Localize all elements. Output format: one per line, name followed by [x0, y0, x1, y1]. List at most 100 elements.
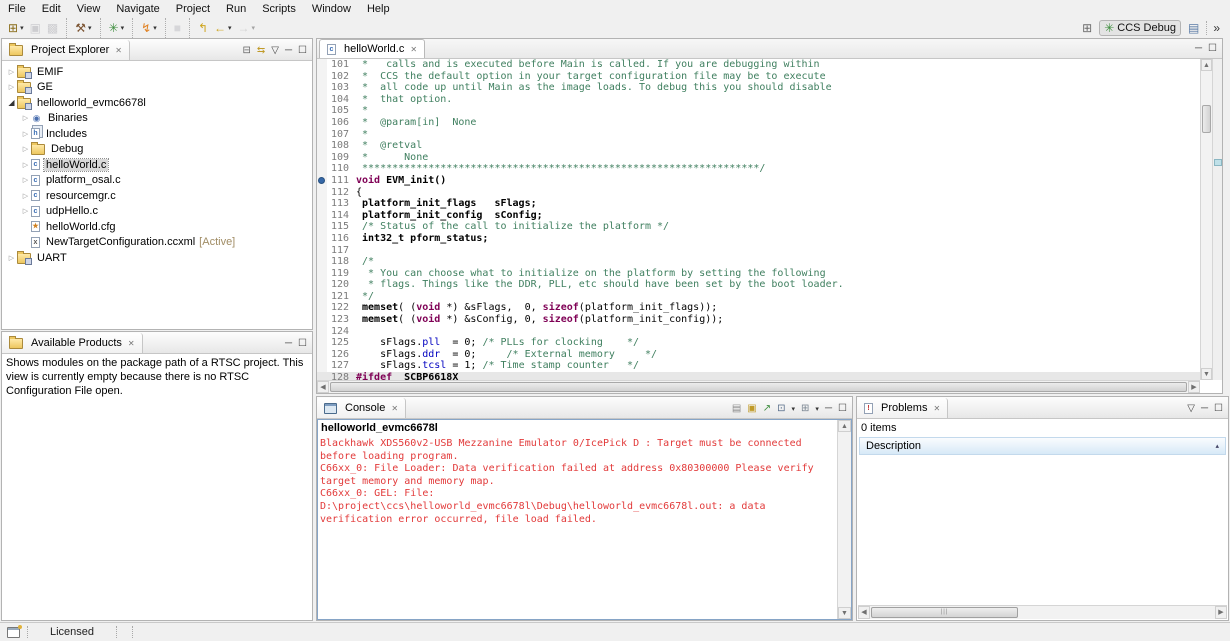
- annotation-ruler[interactable]: [317, 372, 327, 380]
- tree-item-newtargetconfiguration-ccxml[interactable]: x NewTargetConfiguration.ccxml [Active]: [2, 235, 312, 251]
- new-dropdown-icon[interactable]: ▾: [20, 24, 24, 32]
- tree-item-includes[interactable]: ▷ h Includes: [2, 126, 312, 142]
- tree-item-helloworld-c[interactable]: ▷ c helloWorld.c: [2, 157, 312, 173]
- last-edit-location-button[interactable]: ↰: [195, 21, 211, 35]
- maximize-icon[interactable]: ☐: [298, 339, 307, 349]
- annotation-ruler[interactable]: [317, 82, 327, 94]
- flash-button[interactable]: ↯ ▾: [138, 21, 160, 35]
- editor-vscroll-thumb[interactable]: [1202, 105, 1211, 133]
- tree-item-resourcemgr-c[interactable]: ▷ c resourcemgr.c: [2, 188, 312, 204]
- breakpoint-icon[interactable]: [318, 176, 325, 184]
- annotation-ruler[interactable]: [317, 348, 327, 361]
- annotation-ruler[interactable]: [317, 256, 327, 268]
- annotation-ruler[interactable]: [317, 325, 327, 338]
- annotation-ruler[interactable]: [317, 221, 327, 233]
- close-icon[interactable]: ✕: [128, 339, 135, 348]
- scroll-right-icon[interactable]: ▶: [1215, 606, 1227, 619]
- annotation-ruler[interactable]: [317, 232, 327, 245]
- tab-problems[interactable]: ! Problems ✕: [857, 398, 949, 418]
- pin-console-icon[interactable]: ↗: [763, 404, 771, 414]
- tree-item-udphello-c[interactable]: ▷ c udpHello.c: [2, 204, 312, 220]
- clear-console-icon[interactable]: ▤: [732, 404, 741, 414]
- maximize-icon[interactable]: ☐: [298, 46, 307, 56]
- scroll-up-icon[interactable]: ▲: [838, 420, 851, 432]
- minimize-icon[interactable]: ─: [285, 46, 292, 56]
- menu-edit[interactable]: Edit: [34, 2, 69, 16]
- tab-project-explorer[interactable]: Project Explorer ✕: [2, 40, 130, 60]
- tree-item-platform-osal-c[interactable]: ▷ c platform_osal.c: [2, 173, 312, 189]
- expander-icon[interactable]: ▷: [6, 83, 17, 91]
- menu-view[interactable]: View: [69, 2, 109, 16]
- menu-scripts[interactable]: Scripts: [254, 2, 304, 16]
- editor-vertical-scrollbar[interactable]: ▲ ▼: [1200, 59, 1213, 380]
- annotation-ruler[interactable]: [317, 93, 327, 106]
- tree-item-binaries[interactable]: ▷ ◉ Binaries: [2, 111, 312, 127]
- display-selected-console-icon[interactable]: ⊡: [777, 404, 785, 414]
- problems-horizontal-scrollbar[interactable]: ◀ ||| ▶: [858, 605, 1227, 619]
- annotation-ruler[interactable]: [317, 302, 327, 315]
- minimize-icon[interactable]: ─: [825, 404, 832, 414]
- new-button[interactable]: ⊞ ▾: [5, 21, 27, 35]
- fast-view-icon[interactable]: [7, 624, 22, 638]
- code-editor[interactable]: 101 * calls and is executed before Main …: [317, 59, 1200, 380]
- scroll-lock-icon[interactable]: ▣: [747, 404, 756, 414]
- tree-item-helloworld-evmc6678l[interactable]: ◢ helloworld_evmc6678l: [2, 95, 312, 111]
- menu-project[interactable]: Project: [168, 2, 218, 16]
- link-with-editor-icon[interactable]: ⇆: [257, 46, 265, 56]
- expander-icon[interactable]: ▷: [20, 161, 31, 169]
- annotation-ruler[interactable]: [317, 209, 327, 222]
- forward-dropdown-icon[interactable]: ▾: [252, 24, 256, 32]
- annotation-ruler[interactable]: [317, 116, 327, 129]
- tree-item-uart[interactable]: ▷ UART: [2, 250, 312, 266]
- tree-item-ge[interactable]: ▷ GE: [2, 80, 312, 96]
- tab-console[interactable]: Console ✕: [317, 398, 407, 418]
- breakpoint-ruler[interactable]: [317, 174, 327, 187]
- flash-dropdown-icon[interactable]: ▾: [153, 24, 157, 32]
- ccs-edit-perspective-button[interactable]: ▤: [1184, 21, 1203, 35]
- display-selected-console-dropdown-icon[interactable]: ▾: [792, 405, 796, 413]
- build-dropdown-icon[interactable]: ▾: [88, 24, 92, 32]
- problems-hscroll-thumb[interactable]: |||: [871, 607, 1018, 618]
- tab-helloworld-c[interactable]: c helloWorld.c ✕: [319, 39, 426, 58]
- collapse-all-icon[interactable]: ⊟: [242, 46, 250, 56]
- menu-run[interactable]: Run: [218, 2, 254, 16]
- expander-icon[interactable]: ▷: [6, 254, 17, 262]
- annotation-ruler[interactable]: [317, 151, 327, 164]
- editor-hscroll-thumb[interactable]: [330, 382, 1187, 392]
- build-button[interactable]: ⚒ ▾: [72, 21, 94, 35]
- ccs-debug-perspective-button[interactable]: ✳ CCS Debug: [1099, 19, 1181, 36]
- annotation-ruler[interactable]: [317, 360, 327, 373]
- editor-horizontal-scrollbar[interactable]: ◀ ▶: [317, 380, 1200, 393]
- menu-navigate[interactable]: Navigate: [108, 2, 167, 16]
- maximize-icon[interactable]: ☐: [1214, 404, 1223, 414]
- open-perspective-button[interactable]: ⊞: [1078, 21, 1096, 35]
- annotation-ruler[interactable]: [317, 290, 327, 303]
- annotation-ruler[interactable]: [317, 279, 327, 291]
- expander-icon[interactable]: ▷: [6, 68, 17, 76]
- tree-item-debug[interactable]: ▷ Debug: [2, 142, 312, 158]
- maximize-icon[interactable]: ☐: [838, 404, 847, 414]
- debug-dropdown-icon[interactable]: ▾: [121, 24, 125, 32]
- maximize-icon[interactable]: ☐: [1208, 44, 1217, 54]
- expander-icon[interactable]: ▷: [20, 114, 31, 122]
- scroll-left-icon[interactable]: ◀: [858, 606, 870, 619]
- console-vertical-scrollbar[interactable]: ▲ ▼: [837, 420, 851, 619]
- debug-button[interactable]: ✳ ▾: [106, 21, 128, 35]
- menu-file[interactable]: File: [0, 2, 34, 16]
- annotation-ruler[interactable]: [317, 244, 327, 257]
- annotation-ruler[interactable]: [317, 198, 327, 210]
- view-menu-icon[interactable]: ▽: [1187, 404, 1195, 414]
- annotation-ruler[interactable]: [317, 105, 327, 117]
- menu-help[interactable]: Help: [359, 2, 398, 16]
- scroll-up-icon[interactable]: ▲: [1201, 59, 1212, 71]
- scroll-left-icon[interactable]: ◀: [317, 381, 329, 393]
- close-icon[interactable]: ✕: [391, 404, 398, 413]
- annotation-ruler[interactable]: [317, 186, 327, 199]
- minimize-icon[interactable]: ─: [1201, 404, 1208, 414]
- minimize-icon[interactable]: ─: [285, 339, 292, 349]
- minimize-icon[interactable]: ─: [1195, 44, 1202, 54]
- open-console-icon[interactable]: ⊞: [801, 404, 809, 414]
- open-console-dropdown-icon[interactable]: ▾: [815, 405, 819, 413]
- expander-icon[interactable]: ▷: [20, 145, 31, 153]
- expander-icon[interactable]: ▷: [20, 207, 31, 215]
